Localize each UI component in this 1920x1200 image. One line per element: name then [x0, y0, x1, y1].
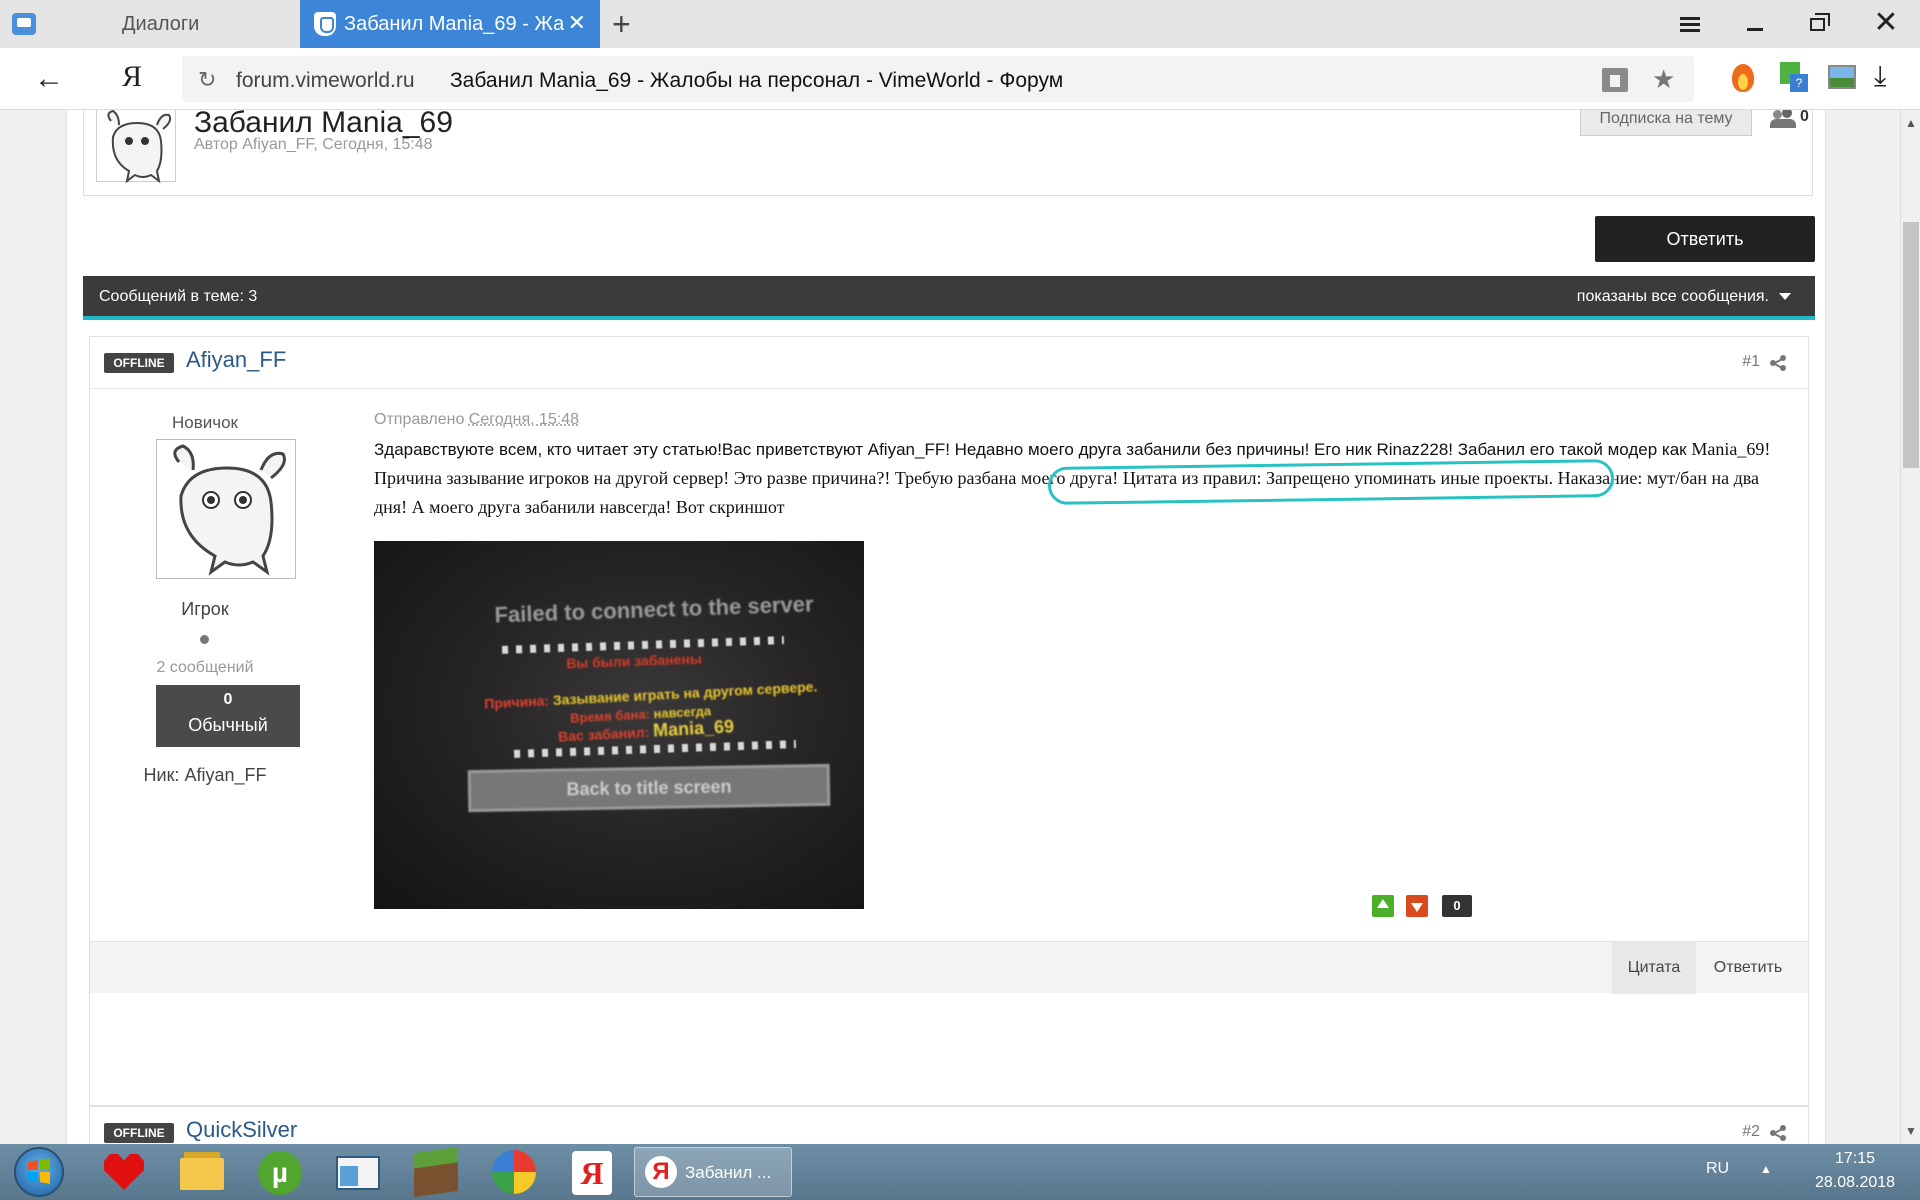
message-count: Сообщений в теме: 3	[99, 288, 258, 305]
url-domain: forum.vimeworld.ru	[236, 69, 415, 92]
fire-icon[interactable]	[1728, 60, 1758, 94]
minimize-button[interactable]	[1740, 8, 1772, 40]
back-button[interactable]: ←	[34, 62, 64, 96]
topic-header: Забанил Mania_69 Автор Afiyan_FF, Сегодн…	[83, 110, 1813, 196]
yandex-browser-icon[interactable]: Я	[564, 1148, 620, 1196]
start-button[interactable]	[14, 1147, 64, 1197]
reply-post-button[interactable]: Ответить	[1702, 942, 1794, 994]
yandex-button[interactable]: Я	[122, 60, 142, 94]
photo-icon[interactable]	[1826, 60, 1856, 94]
topic-meta: Автор Afiyan_FF, Сегодня, 15:48	[194, 136, 433, 153]
post-author-link[interactable]: Afiyan_FF	[186, 347, 286, 373]
taskbar: µ Я Я Забанил ... RU ▲ 17:15 28.08.2018	[0, 1144, 1920, 1200]
language-indicator[interactable]: RU	[1706, 1160, 1729, 1178]
share-icon[interactable]	[1770, 355, 1786, 371]
filter-label: показаны все сообщения.	[1576, 288, 1769, 305]
post-author-link[interactable]: QuickSilver	[186, 1117, 297, 1143]
reputation-label: Обычный	[188, 715, 268, 735]
scroll-up-icon[interactable]: ▲	[1905, 116, 1917, 130]
reputation-value: 0	[223, 691, 233, 708]
taskbar-active-window[interactable]: Я Забанил ...	[634, 1147, 792, 1197]
clock-date[interactable]: 28.08.2018	[1800, 1174, 1910, 1192]
vote-count: 0	[1442, 895, 1472, 917]
clock-time[interactable]: 17:15	[1800, 1150, 1910, 1168]
post-header: OFFLINE QuickSilver #2	[89, 1106, 1809, 1144]
forum-content: Забанил Mania_69 Автор Afiyan_FF, Сегодн…	[66, 110, 1826, 1144]
dialogs-icon	[12, 13, 36, 35]
scroll-down-icon[interactable]: ▼	[1905, 1124, 1917, 1138]
followers-icon	[1770, 110, 1796, 128]
post-date-prefix: Отправлено	[374, 411, 465, 428]
taskbar-window-label: Забанил ...	[685, 1163, 772, 1182]
url-page-title: Забанил Mania_69 - Жалобы на персонал - …	[450, 69, 1064, 92]
page-viewport: Забанил Mania_69 Автор Afiyan_FF, Сегодн…	[0, 110, 1900, 1144]
post-header: OFFLINE Afiyan_FF #1	[90, 337, 1808, 389]
vimeworld-favicon-icon	[314, 12, 336, 36]
post-text-part1: Здаравствуюте всем, кто читает эту стать…	[374, 440, 1687, 459]
post-number-link[interactable]: #1	[1742, 353, 1760, 371]
page-scrollbar[interactable]: ▲ ▼	[1900, 110, 1920, 1144]
screenshot-title: Failed to connect to the server	[494, 591, 814, 628]
close-tab-icon[interactable]: ✕	[568, 10, 586, 36]
user-nick: Ник: Afiyan_FF	[143, 765, 267, 785]
reputation-box: 0 Обычный	[156, 685, 300, 747]
share-icon[interactable]	[1770, 1125, 1786, 1141]
message-filter-dropdown[interactable]: показаны все сообщения.	[1577, 288, 1791, 306]
bookmark-star-icon[interactable]: ★	[1652, 64, 1675, 95]
browser-menu-icon[interactable]	[1674, 8, 1706, 40]
caret-down-icon	[1779, 293, 1791, 301]
colorful-game-icon[interactable]	[486, 1148, 542, 1196]
close-window-button[interactable]: ✕	[1870, 8, 1902, 40]
heart-app-icon[interactable]	[96, 1148, 152, 1196]
bunny-avatar-icon	[173, 444, 286, 576]
offline-status-icon	[200, 635, 209, 644]
tab-dialogs[interactable]: Диалоги	[0, 0, 300, 48]
offline-badge: OFFLINE	[104, 1123, 174, 1143]
offline-badge: OFFLINE	[104, 353, 174, 373]
user-rank: Новичок	[171, 413, 238, 432]
scroll-thumb[interactable]	[1903, 222, 1919, 468]
vote-up-icon[interactable]	[1372, 895, 1394, 917]
url-field[interactable]: ↻ forum.vimeworld.ru Забанил Mania_69 - …	[182, 56, 1694, 102]
topic-bar: Сообщений в теме: 3 показаны все сообщен…	[83, 276, 1815, 320]
post-number-link[interactable]: #2	[1742, 1123, 1760, 1141]
reload-icon[interactable]: ↻	[198, 67, 216, 93]
window-app-icon[interactable]	[330, 1148, 386, 1196]
windows-logo-icon	[28, 1158, 50, 1184]
bunny-avatar-icon	[107, 110, 172, 184]
screenshot-dots	[513, 740, 797, 758]
followers-count: 0	[1800, 110, 1809, 125]
minecraft-icon[interactable]	[408, 1146, 464, 1198]
post-date-value: Сегодня, 15:48	[468, 411, 580, 428]
tray-expand-icon[interactable]: ▲	[1760, 1162, 1772, 1176]
utorrent-icon[interactable]: µ	[252, 1148, 308, 1196]
yandex-browser-icon: Я	[645, 1156, 677, 1188]
post-controls: Цитата Ответить	[90, 941, 1808, 994]
post: OFFLINE Afiyan_FF #1 Новичок Игрок 2 соо…	[89, 336, 1809, 1106]
new-tab-button[interactable]: +	[612, 6, 631, 43]
file-explorer-icon[interactable]	[174, 1148, 230, 1196]
user-post-count: 2 сообщений	[156, 659, 254, 676]
user-group: Игрок	[181, 599, 229, 619]
tab-forum-active[interactable]: Забанил Mania_69 - Жалобы на персонал - …	[300, 0, 600, 48]
ban-screenshot-image[interactable]: Failed to connect to the server Вы были …	[374, 541, 864, 909]
restore-button[interactable]	[1804, 8, 1836, 40]
protect-icon[interactable]	[1602, 68, 1628, 92]
subscribe-button[interactable]: Подписка на тему	[1580, 110, 1752, 136]
screenshot-back-button: Back to title screen	[467, 763, 831, 813]
post-date: Отправлено Сегодня, 15:48	[374, 411, 579, 429]
address-bar-row: ← Я ↻ forum.vimeworld.ru Забанил Mania_6…	[0, 48, 1920, 110]
quote-button[interactable]: Цитата	[1612, 942, 1696, 994]
vote-down-icon[interactable]	[1406, 895, 1428, 917]
tab-label: Диалоги	[122, 12, 200, 35]
tab-label: Забанил Mania_69 - Жалобы на персонал - …	[344, 12, 564, 35]
download-icon[interactable]: ⤓	[1874, 60, 1904, 94]
browser-tab-bar: Диалоги Забанил Mania_69 - Жалобы на пер…	[0, 0, 1920, 48]
reply-button[interactable]: Ответить	[1595, 216, 1815, 262]
topic-author-avatar[interactable]	[96, 110, 176, 184]
user-avatar[interactable]	[156, 439, 296, 579]
hand-drawn-highlight	[1047, 459, 1615, 505]
puzzle-extension-icon[interactable]: ?	[1778, 60, 1808, 94]
